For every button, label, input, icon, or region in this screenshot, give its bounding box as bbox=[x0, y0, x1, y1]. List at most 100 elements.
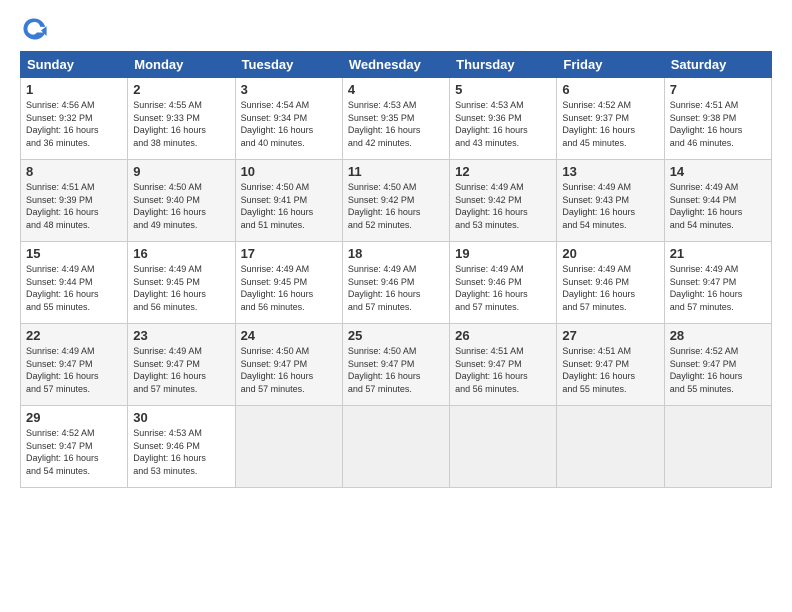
day-number: 26 bbox=[455, 328, 551, 343]
day-info: Sunrise: 4:50 AMSunset: 9:47 PMDaylight:… bbox=[348, 345, 444, 395]
day-info: Sunrise: 4:49 AMSunset: 9:45 PMDaylight:… bbox=[241, 263, 337, 313]
day-info: Sunrise: 4:49 AMSunset: 9:46 PMDaylight:… bbox=[348, 263, 444, 313]
calendar-cell: 28 Sunrise: 4:52 AMSunset: 9:47 PMDayligh… bbox=[664, 324, 771, 406]
day-number: 27 bbox=[562, 328, 658, 343]
calendar-cell: 16 Sunrise: 4:49 AMSunset: 9:45 PMDayligh… bbox=[128, 242, 235, 324]
calendar-cell bbox=[450, 406, 557, 488]
logo-icon bbox=[20, 15, 48, 43]
calendar-cell bbox=[235, 406, 342, 488]
weekday-header: Wednesday bbox=[342, 52, 449, 78]
calendar-cell: 5 Sunrise: 4:53 AMSunset: 9:36 PMDaylight… bbox=[450, 78, 557, 160]
calendar-cell: 8 Sunrise: 4:51 AMSunset: 9:39 PMDaylight… bbox=[21, 160, 128, 242]
calendar-cell: 13 Sunrise: 4:49 AMSunset: 9:43 PMDayligh… bbox=[557, 160, 664, 242]
day-number: 28 bbox=[670, 328, 766, 343]
calendar-cell: 20 Sunrise: 4:49 AMSunset: 9:46 PMDayligh… bbox=[557, 242, 664, 324]
day-number: 5 bbox=[455, 82, 551, 97]
calendar-cell bbox=[557, 406, 664, 488]
day-number: 2 bbox=[133, 82, 229, 97]
day-number: 29 bbox=[26, 410, 122, 425]
day-number: 30 bbox=[133, 410, 229, 425]
day-info: Sunrise: 4:52 AMSunset: 9:47 PMDaylight:… bbox=[670, 345, 766, 395]
day-info: Sunrise: 4:49 AMSunset: 9:46 PMDaylight:… bbox=[562, 263, 658, 313]
day-number: 16 bbox=[133, 246, 229, 261]
day-info: Sunrise: 4:50 AMSunset: 9:42 PMDaylight:… bbox=[348, 181, 444, 231]
day-number: 8 bbox=[26, 164, 122, 179]
day-number: 17 bbox=[241, 246, 337, 261]
day-info: Sunrise: 4:51 AMSunset: 9:47 PMDaylight:… bbox=[455, 345, 551, 395]
day-info: Sunrise: 4:50 AMSunset: 9:47 PMDaylight:… bbox=[241, 345, 337, 395]
page: SundayMondayTuesdayWednesdayThursdayFrid… bbox=[0, 0, 792, 612]
logo bbox=[20, 15, 50, 43]
day-info: Sunrise: 4:53 AMSunset: 9:36 PMDaylight:… bbox=[455, 99, 551, 149]
calendar-cell bbox=[342, 406, 449, 488]
calendar-cell: 26 Sunrise: 4:51 AMSunset: 9:47 PMDayligh… bbox=[450, 324, 557, 406]
day-number: 20 bbox=[562, 246, 658, 261]
calendar-cell: 1 Sunrise: 4:56 AMSunset: 9:32 PMDaylight… bbox=[21, 78, 128, 160]
calendar-cell: 14 Sunrise: 4:49 AMSunset: 9:44 PMDayligh… bbox=[664, 160, 771, 242]
day-info: Sunrise: 4:49 AMSunset: 9:47 PMDaylight:… bbox=[133, 345, 229, 395]
weekday-header: Monday bbox=[128, 52, 235, 78]
day-info: Sunrise: 4:52 AMSunset: 9:37 PMDaylight:… bbox=[562, 99, 658, 149]
calendar-cell: 10 Sunrise: 4:50 AMSunset: 9:41 PMDayligh… bbox=[235, 160, 342, 242]
calendar-cell: 7 Sunrise: 4:51 AMSunset: 9:38 PMDaylight… bbox=[664, 78, 771, 160]
calendar-cell: 19Sunrise: 4:49 AMSunset: 9:46 PMDayligh… bbox=[450, 242, 557, 324]
day-info: Sunrise: 4:49 AMSunset: 9:46 PMDaylight:… bbox=[455, 263, 551, 313]
day-number: 15 bbox=[26, 246, 122, 261]
day-info: Sunrise: 4:55 AMSunset: 9:33 PMDaylight:… bbox=[133, 99, 229, 149]
weekday-header: Tuesday bbox=[235, 52, 342, 78]
calendar-cell: 2 Sunrise: 4:55 AMSunset: 9:33 PMDaylight… bbox=[128, 78, 235, 160]
calendar: SundayMondayTuesdayWednesdayThursdayFrid… bbox=[20, 51, 772, 488]
day-number: 6 bbox=[562, 82, 658, 97]
calendar-cell: 18Sunrise: 4:49 AMSunset: 9:46 PMDayligh… bbox=[342, 242, 449, 324]
day-info: Sunrise: 4:50 AMSunset: 9:41 PMDaylight:… bbox=[241, 181, 337, 231]
day-number: 14 bbox=[670, 164, 766, 179]
day-info: Sunrise: 4:49 AMSunset: 9:43 PMDaylight:… bbox=[562, 181, 658, 231]
day-number: 25 bbox=[348, 328, 444, 343]
day-info: Sunrise: 4:49 AMSunset: 9:44 PMDaylight:… bbox=[670, 181, 766, 231]
day-number: 1 bbox=[26, 82, 122, 97]
calendar-cell: 29 Sunrise: 4:52 AMSunset: 9:47 PMDayligh… bbox=[21, 406, 128, 488]
weekday-header: Friday bbox=[557, 52, 664, 78]
day-info: Sunrise: 4:56 AMSunset: 9:32 PMDaylight:… bbox=[26, 99, 122, 149]
day-number: 12 bbox=[455, 164, 551, 179]
day-number: 13 bbox=[562, 164, 658, 179]
day-number: 21 bbox=[670, 246, 766, 261]
calendar-cell: 11Sunrise: 4:50 AMSunset: 9:42 PMDayligh… bbox=[342, 160, 449, 242]
day-number: 10 bbox=[241, 164, 337, 179]
calendar-cell: 30 Sunrise: 4:53 AMSunset: 9:46 PMDayligh… bbox=[128, 406, 235, 488]
day-info: Sunrise: 4:53 AMSunset: 9:35 PMDaylight:… bbox=[348, 99, 444, 149]
day-number: 24 bbox=[241, 328, 337, 343]
day-info: Sunrise: 4:54 AMSunset: 9:34 PMDaylight:… bbox=[241, 99, 337, 149]
header bbox=[20, 15, 772, 43]
day-number: 22 bbox=[26, 328, 122, 343]
day-number: 7 bbox=[670, 82, 766, 97]
calendar-week-row: 15 Sunrise: 4:49 AMSunset: 9:44 PMDayligh… bbox=[21, 242, 772, 324]
day-number: 9 bbox=[133, 164, 229, 179]
calendar-cell: 3 Sunrise: 4:54 AMSunset: 9:34 PMDaylight… bbox=[235, 78, 342, 160]
calendar-cell: 23 Sunrise: 4:49 AMSunset: 9:47 PMDayligh… bbox=[128, 324, 235, 406]
weekday-header: Sunday bbox=[21, 52, 128, 78]
calendar-cell bbox=[664, 406, 771, 488]
day-info: Sunrise: 4:49 AMSunset: 9:47 PMDaylight:… bbox=[26, 345, 122, 395]
weekday-header: Saturday bbox=[664, 52, 771, 78]
day-info: Sunrise: 4:52 AMSunset: 9:47 PMDaylight:… bbox=[26, 427, 122, 477]
day-number: 3 bbox=[241, 82, 337, 97]
calendar-cell: 15 Sunrise: 4:49 AMSunset: 9:44 PMDayligh… bbox=[21, 242, 128, 324]
day-info: Sunrise: 4:51 AMSunset: 9:38 PMDaylight:… bbox=[670, 99, 766, 149]
day-info: Sunrise: 4:49 AMSunset: 9:45 PMDaylight:… bbox=[133, 263, 229, 313]
calendar-cell: 17 Sunrise: 4:49 AMSunset: 9:45 PMDayligh… bbox=[235, 242, 342, 324]
calendar-header-row: SundayMondayTuesdayWednesdayThursdayFrid… bbox=[21, 52, 772, 78]
day-info: Sunrise: 4:51 AMSunset: 9:47 PMDaylight:… bbox=[562, 345, 658, 395]
calendar-cell: 6 Sunrise: 4:52 AMSunset: 9:37 PMDaylight… bbox=[557, 78, 664, 160]
calendar-week-row: 1 Sunrise: 4:56 AMSunset: 9:32 PMDaylight… bbox=[21, 78, 772, 160]
day-info: Sunrise: 4:49 AMSunset: 9:47 PMDaylight:… bbox=[670, 263, 766, 313]
day-info: Sunrise: 4:53 AMSunset: 9:46 PMDaylight:… bbox=[133, 427, 229, 477]
calendar-cell: 22 Sunrise: 4:49 AMSunset: 9:47 PMDayligh… bbox=[21, 324, 128, 406]
calendar-cell: 21 Sunrise: 4:49 AMSunset: 9:47 PMDayligh… bbox=[664, 242, 771, 324]
day-info: Sunrise: 4:50 AMSunset: 9:40 PMDaylight:… bbox=[133, 181, 229, 231]
day-info: Sunrise: 4:49 AMSunset: 9:44 PMDaylight:… bbox=[26, 263, 122, 313]
calendar-cell: 4 Sunrise: 4:53 AMSunset: 9:35 PMDaylight… bbox=[342, 78, 449, 160]
day-number: 23 bbox=[133, 328, 229, 343]
day-info: Sunrise: 4:51 AMSunset: 9:39 PMDaylight:… bbox=[26, 181, 122, 231]
day-number: 4 bbox=[348, 82, 444, 97]
